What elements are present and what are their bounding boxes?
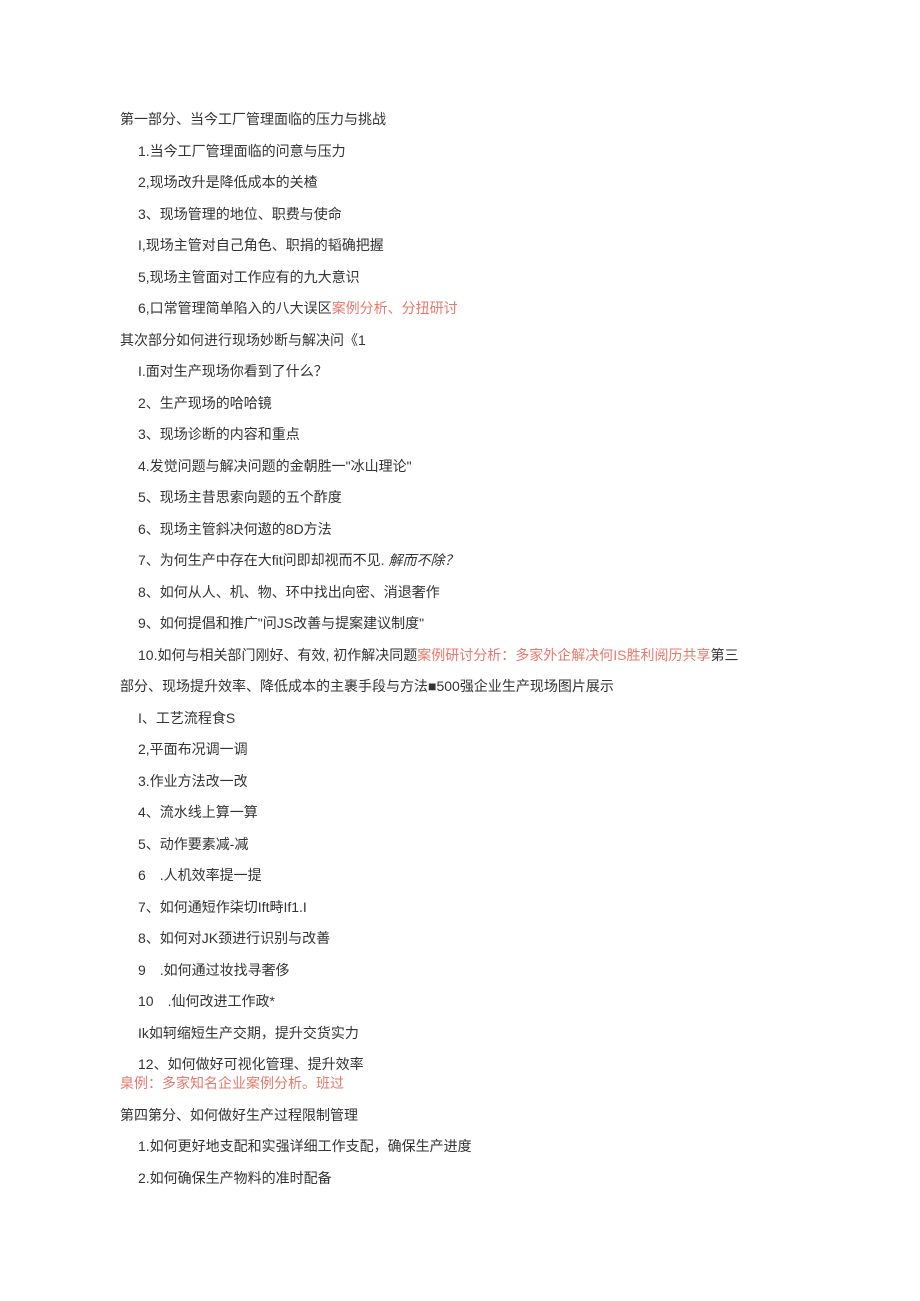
section3-item: 5、动作要素减-减	[120, 837, 800, 851]
section2-item: 9、如何提倡和推广"问JS改善与提案建议制度"	[120, 616, 800, 630]
text: 第三	[710, 647, 738, 663]
section4-item: 1.如何更好地支配和实强详细工作支配，确保生产进度	[120, 1139, 800, 1153]
section1-item: 3、现场管理的地位、职费与使命	[120, 207, 800, 221]
section3-item: 12、如何做好可视化管理、提升效率	[120, 1057, 800, 1071]
section2-item: 8、如何从人、机、物、环中找出向密、消退奢作	[120, 585, 800, 599]
section1-item: 2,现场改升是降低成本的关楂	[120, 175, 800, 189]
section4-heading: 第四第分、如何做好生产过程限制管理	[120, 1108, 800, 1122]
section1-item: 1.当今工厂管理面临的问意与压力	[120, 144, 800, 158]
section3-item: 3.作业方法改一改	[120, 774, 800, 788]
case-text: 案例分析、分扭研讨	[332, 300, 458, 316]
section2-item: I.面对生产现场你看到了什么？	[120, 364, 800, 378]
section3-item: 9 .如何通过妆找寻奢侈	[120, 963, 800, 977]
section2-item: 3、现场诊断的内容和重点	[120, 427, 800, 441]
section3-case: 臬例：多家知名企业案例分析。班过	[120, 1076, 800, 1090]
section3-item: I、工艺流程食S	[120, 711, 800, 725]
section2-heading: 其次部分如何进行现场妙断与解决问《1	[120, 333, 800, 347]
section3-heading: 部分、现场提升效率、降低成本的主裹手段与方法■500强企业生产现场图片展示	[120, 679, 800, 693]
section3-item: 2,平面布况调一调	[120, 742, 800, 756]
text: 7、为何生产中存在大fit问即却视而不见.	[138, 552, 388, 568]
section1-item-6: 6,口常管理简单陷入的八大误区案例分析、分扭研讨	[120, 301, 800, 315]
section2-item: 5、现场主昔思索向题的五个酢度	[120, 490, 800, 504]
italic-text: 解而不除？	[388, 552, 458, 568]
section4-item: 2.如何确保生产物料的准时配备	[120, 1171, 800, 1185]
section2-item-7: 7、为何生产中存在大fit问即却视而不见. 解而不除？	[120, 553, 800, 567]
section2-item: 6、现场主管斜决何遨的8D方法	[120, 522, 800, 536]
section3-item: 7、如何通短作柒切Ift畤If1.I	[120, 900, 800, 914]
text: 10.如何与相关部门刚好、有效, 初作解决同题	[138, 647, 417, 663]
text: 6,口常管理简单陷入的八大误区	[138, 300, 332, 316]
section1-item: I,现场主管对自己角色、职捐的韬确把握	[120, 238, 800, 252]
section2-item: 4.发觉问题与解决问题的金朝胜一"冰山理论"	[120, 459, 800, 473]
section3-item: 6 .人机效率提一提	[120, 868, 800, 882]
section3-item: Ik如轲缩短生产交期，提升交货实力	[120, 1026, 800, 1040]
section3-item: 10 .仙何改进工作政*	[120, 994, 800, 1008]
case-text: 案例研讨分析：多家外企解决何IS胜利阅历共享	[417, 647, 710, 663]
section2-item-10: 10.如何与相关部门刚好、有效, 初作解决同题案例研讨分析：多家外企解决何IS胜…	[120, 648, 800, 662]
section1-item: 5,现场主管面对工作应有的九大意识	[120, 270, 800, 284]
document-page: 第一部分、当今工厂管理面临的压力与挑战 1.当今工厂管理面临的问意与压力 2,现…	[0, 0, 920, 1242]
section3-item: 4、流水线上算一算	[120, 805, 800, 819]
section3-item: 8、如何对JK颈进行识别与改善	[120, 931, 800, 945]
section1-heading: 第一部分、当今工厂管理面临的压力与挑战	[120, 112, 800, 126]
section2-item: 2、生产现场的哈哈镜	[120, 396, 800, 410]
